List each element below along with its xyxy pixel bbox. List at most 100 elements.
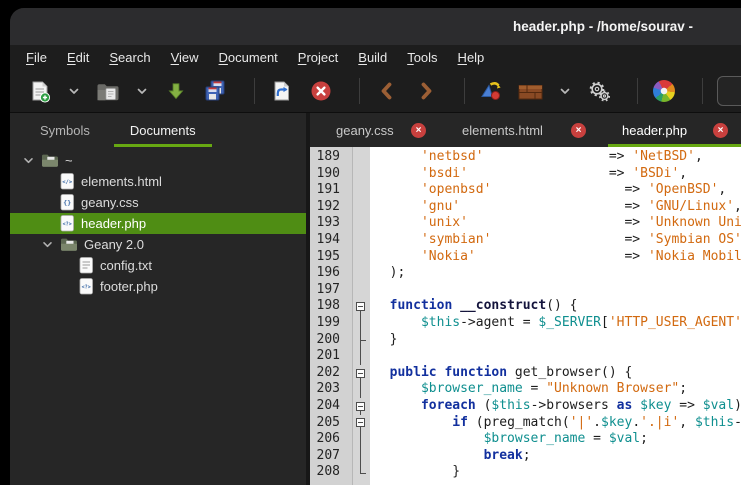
- menu-view[interactable]: View: [161, 50, 209, 65]
- tree-item--[interactable]: ~: [10, 150, 306, 171]
- sidebar-tab-symbols[interactable]: Symbols: [24, 113, 106, 147]
- line-number: 195: [310, 249, 352, 266]
- sidebar-tab-documents[interactable]: Documents: [114, 113, 212, 147]
- code-text: 'gnu' => 'GNU/Linux',: [370, 199, 741, 216]
- build-menu-button[interactable]: [557, 74, 573, 108]
- revert-button[interactable]: [267, 74, 295, 108]
- code-line-198: 198 function __construct() {: [310, 298, 741, 315]
- code-text: 'symbian' => 'Symbian OS',: [370, 232, 741, 249]
- tree-item-config-txt[interactable]: config.txt: [10, 255, 306, 276]
- code-line-201: 201: [310, 348, 741, 365]
- open-file-button[interactable]: [94, 74, 122, 108]
- expander-down-icon[interactable]: [22, 154, 36, 167]
- menu-edit[interactable]: Edit: [57, 50, 99, 65]
- tree-item-label: Geany 2.0: [84, 237, 144, 252]
- code-line-192: 192 'gnu' => 'GNU/Linux',: [310, 199, 741, 216]
- open-file-menu-button[interactable]: [134, 74, 150, 108]
- window-title: header.php - /home/sourav -: [513, 8, 693, 45]
- sidebar: SymbolsDocuments ~</>elements.html{}gean…: [10, 113, 306, 485]
- code-text: }: [370, 464, 460, 481]
- tab-close-icon[interactable]: ×: [713, 123, 728, 138]
- editor-tab-header-php[interactable]: header.php×: [608, 113, 741, 147]
- tab-close-icon[interactable]: ×: [571, 123, 586, 138]
- revert-icon: [271, 80, 292, 102]
- fold-margin: [352, 282, 370, 299]
- close-document-button[interactable]: [307, 74, 335, 108]
- code-text: public function get_browser() {: [370, 365, 632, 382]
- html-file-icon: </>: [60, 173, 75, 190]
- main-area: SymbolsDocuments ~</>elements.html{}gean…: [10, 113, 741, 485]
- line-number: 203: [310, 381, 352, 398]
- fold-margin: [352, 149, 370, 166]
- code-line-193: 193 'unix' => 'Unknown Unix OS',: [310, 215, 741, 232]
- fold-marker-start[interactable]: [352, 415, 370, 432]
- line-number: 200: [310, 332, 352, 349]
- fold-marker-start[interactable]: [352, 398, 370, 415]
- editor-tab-label: geany.css: [336, 123, 394, 138]
- menu-search[interactable]: Search: [99, 50, 160, 65]
- menu-build[interactable]: Build: [348, 50, 397, 65]
- tree-item-header-php[interactable]: <?>header.php: [10, 213, 306, 234]
- fold-marker-tee: [352, 332, 370, 349]
- build-icon: [518, 82, 544, 101]
- build-button[interactable]: [517, 74, 545, 108]
- code-text: );: [370, 265, 405, 282]
- close-document-icon: [310, 80, 332, 102]
- code-area[interactable]: 189 'netbsd' => 'NetBSD',190 'bsdi' => '…: [310, 147, 741, 485]
- nav-back-icon: [378, 81, 395, 101]
- menu-file[interactable]: File: [16, 50, 57, 65]
- menu-tools[interactable]: Tools: [397, 50, 447, 65]
- compile-button[interactable]: [477, 74, 505, 108]
- code-line-196: 196 );: [310, 265, 741, 282]
- expander-down-icon[interactable]: [41, 238, 55, 251]
- color-chooser-button[interactable]: [650, 74, 678, 108]
- text-file-icon: [79, 257, 94, 274]
- menubar: FileEditSearchViewDocumentProjectBuildTo…: [10, 45, 741, 70]
- save-all-button[interactable]: [202, 74, 230, 108]
- menu-help[interactable]: Help: [448, 50, 495, 65]
- code-line-202: 202 public function get_browser() {: [310, 365, 741, 382]
- fold-marker-line: [352, 431, 370, 448]
- toolbar-separator: [254, 78, 255, 104]
- editor-tab-label: elements.html: [462, 123, 543, 138]
- line-number: 201: [310, 348, 352, 365]
- code-line-195: 195 'Nokia' => 'Nokia Mobile',: [310, 249, 741, 266]
- tree-item-elements-html[interactable]: </>elements.html: [10, 171, 306, 192]
- code-text: [370, 348, 374, 365]
- menu-document[interactable]: Document: [209, 50, 288, 65]
- execute-button[interactable]: [585, 74, 613, 108]
- compile-icon: [479, 80, 503, 102]
- editor-tab-elements-html[interactable]: elements.html ×: [448, 113, 600, 147]
- line-number: 191: [310, 182, 352, 199]
- menu-project[interactable]: Project: [288, 50, 348, 65]
- editor-tab-geany-css[interactable]: geany.css ×: [322, 113, 440, 147]
- tree-item-footer-php[interactable]: <?>footer.php: [10, 276, 306, 297]
- folder-icon: [41, 153, 59, 168]
- code-line-190: 190 'bsdi' => 'BSDi',: [310, 166, 741, 183]
- line-number: 204: [310, 398, 352, 415]
- code-text: break;: [370, 448, 531, 465]
- fold-marker-start[interactable]: [352, 298, 370, 315]
- search-entry[interactable]: [717, 76, 741, 106]
- open-file-menu-chevron-down-icon: [135, 84, 149, 98]
- tree-item-geany-2-0[interactable]: Geany 2.0: [10, 234, 306, 255]
- toolbar-separator: [464, 78, 465, 104]
- code-line-205: 205 if (preg_match('|'.$key.'.|i', $this…: [310, 415, 741, 432]
- open-file-icon: [96, 81, 120, 102]
- execute-icon: [588, 81, 611, 102]
- save-button[interactable]: [162, 74, 190, 108]
- tree-item-geany-css[interactable]: {}geany.css: [10, 192, 306, 213]
- fold-marker-start[interactable]: [352, 365, 370, 382]
- new-file-button[interactable]: [26, 74, 54, 108]
- line-number: 190: [310, 166, 352, 183]
- nav-forward-button[interactable]: [412, 74, 440, 108]
- fold-margin: [352, 249, 370, 266]
- titlebar: header.php - /home/sourav -: [10, 8, 741, 45]
- new-file-menu-button[interactable]: [66, 74, 82, 108]
- code-text: $browser_name = "Unknown Browser";: [370, 381, 687, 398]
- php-file-icon: <?>: [60, 215, 75, 232]
- code-text: 'netbsd' => 'NetBSD',: [370, 149, 703, 166]
- nav-back-button[interactable]: [372, 74, 400, 108]
- line-number: 197: [310, 282, 352, 299]
- tab-close-icon[interactable]: ×: [411, 123, 426, 138]
